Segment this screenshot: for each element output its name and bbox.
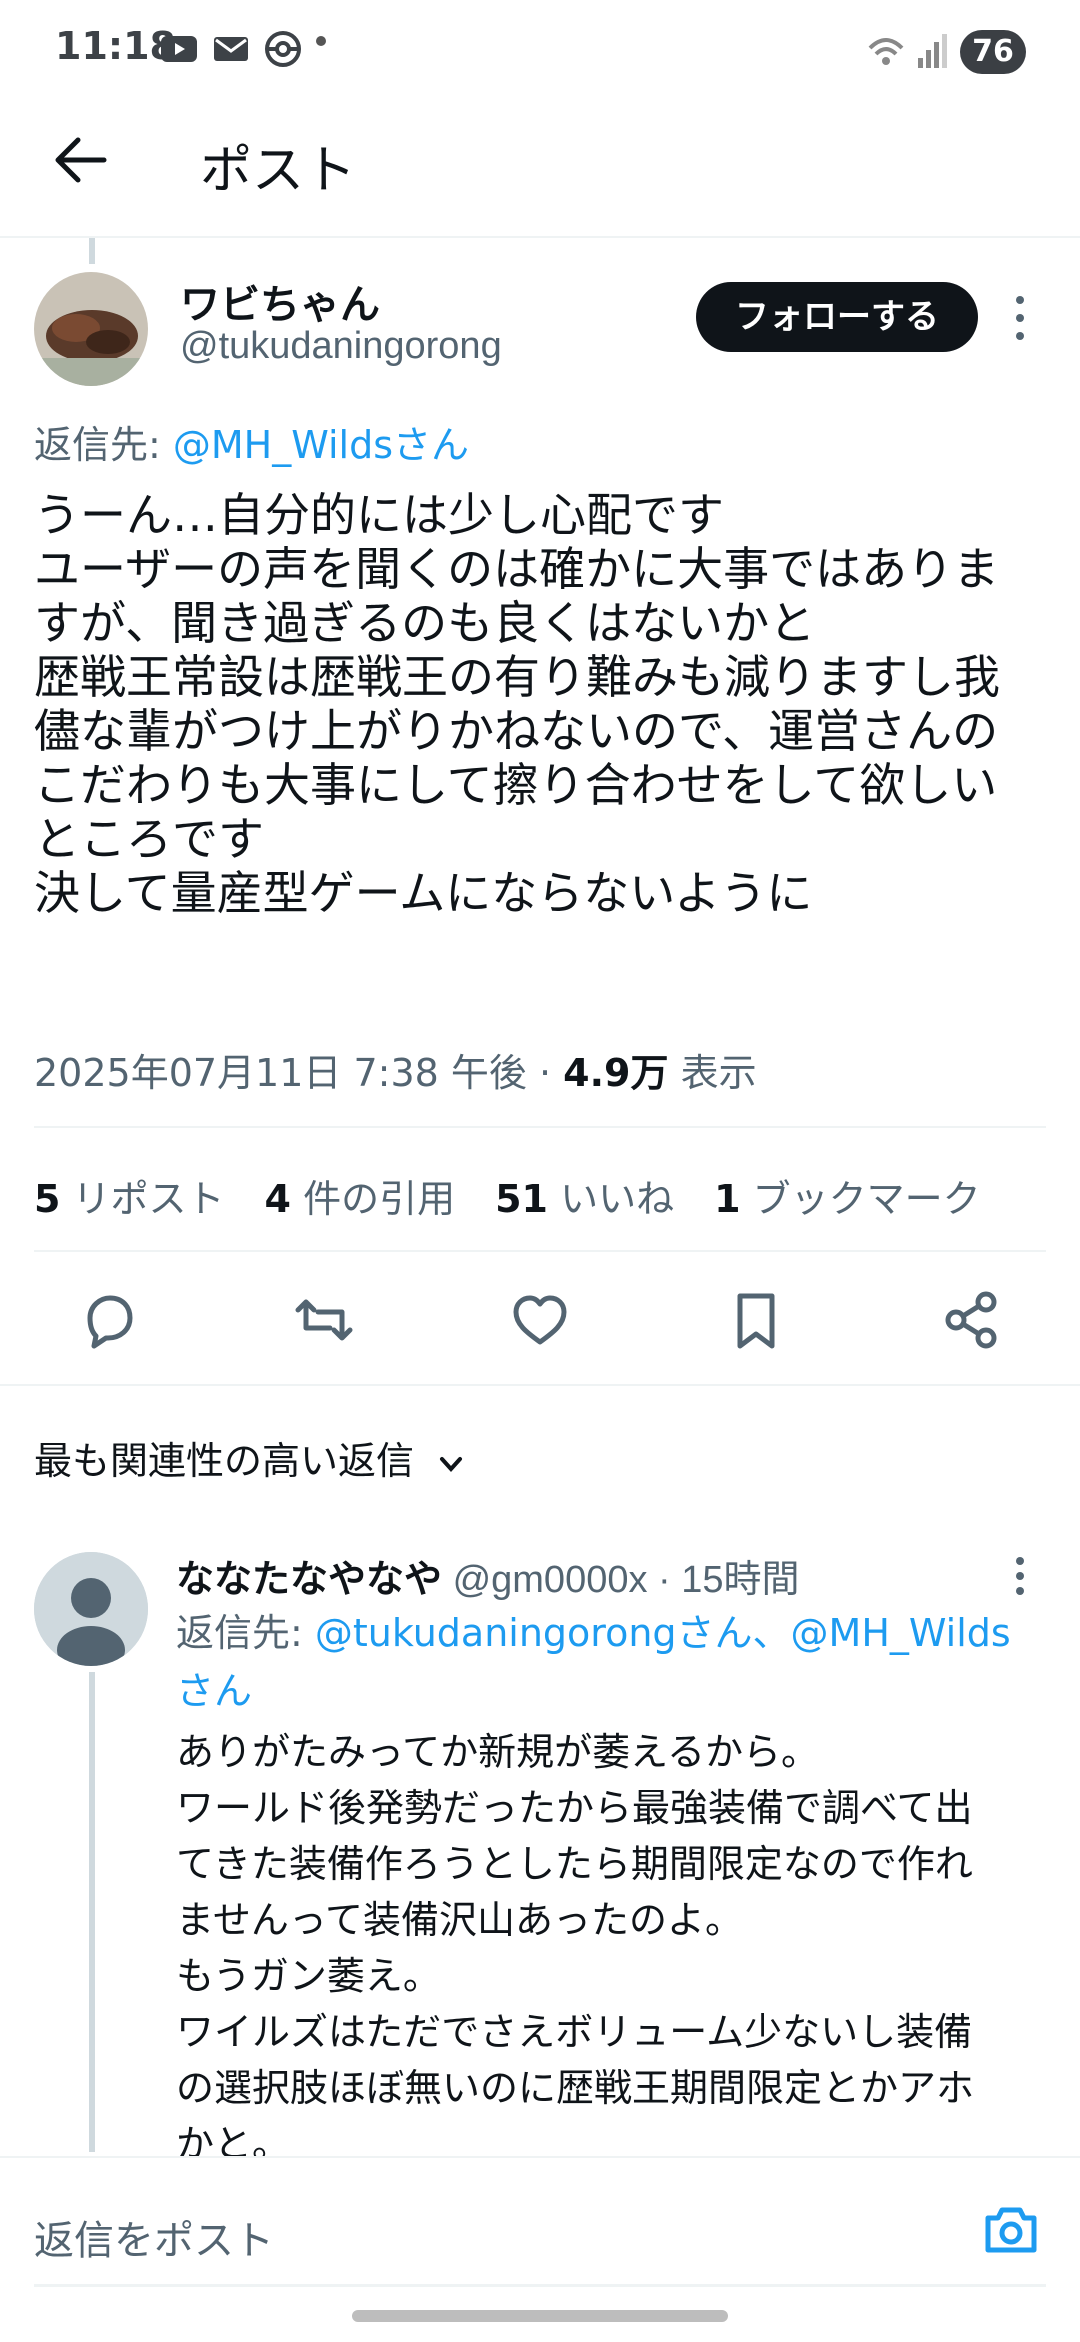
reply-to-prefix-2: 返信先: bbox=[176, 1611, 315, 1655]
user-handle[interactable]: @tukudaningorong bbox=[180, 325, 502, 368]
reply-thread-line bbox=[89, 1672, 95, 2152]
actions-divider bbox=[0, 1384, 1080, 1386]
back-arrow-icon[interactable] bbox=[50, 130, 110, 190]
reply-to-line: 返信先: @MH_Wildsさん bbox=[34, 414, 469, 469]
quotes-stat[interactable]: 4 件の引用 bbox=[265, 1168, 456, 1223]
camera-icon[interactable] bbox=[982, 2200, 1040, 2258]
bookmarks-count: 1 bbox=[714, 1177, 741, 1221]
quotes-label: 件の引用 bbox=[291, 1177, 456, 1221]
follow-button[interactable]: フォローする bbox=[696, 282, 978, 352]
signal-icons bbox=[868, 34, 947, 68]
header-divider bbox=[0, 236, 1080, 238]
meta-divider bbox=[34, 1126, 1046, 1128]
share-icon[interactable] bbox=[940, 1288, 1004, 1352]
reply-body: ありがたみってか新規が萎えるから。 ワールド後発勢だったから最強装備で調べて出 … bbox=[176, 1730, 975, 2166]
notification-icons bbox=[160, 30, 302, 68]
reply-avatar[interactable] bbox=[34, 1552, 148, 1666]
reposts-label: リポスト bbox=[60, 1177, 225, 1221]
thread-line-top bbox=[89, 238, 95, 264]
youtube-icon bbox=[161, 36, 197, 62]
post-timestamp[interactable]: 2025年07月11日 7:38 午後 · bbox=[34, 1051, 563, 1095]
bookmarks-label: ブックマーク bbox=[740, 1177, 981, 1221]
likes-count: 51 bbox=[495, 1177, 548, 1221]
more-options-icon[interactable] bbox=[1014, 294, 1026, 342]
post-body: うーん…自分的には少し心配です ユーザーの声を聞くのは確かに大事ではありま すが… bbox=[34, 488, 1000, 920]
reply-to-user-link[interactable]: @MH_Wildsさん bbox=[173, 423, 469, 467]
reply-display-name[interactable]: ななたなやなや bbox=[176, 1557, 442, 1601]
action-bar bbox=[0, 1288, 1080, 1358]
status-bar: 11:18 76 bbox=[0, 0, 1080, 100]
likes-label: いいね bbox=[547, 1177, 675, 1221]
display-name[interactable]: ワビちゃん bbox=[180, 272, 380, 330]
app-icon bbox=[265, 31, 301, 67]
bookmarks-stat[interactable]: 1 ブックマーク bbox=[714, 1168, 981, 1223]
reply-to-line-2: 返信先: @tukudaningorongさん、@MH_Wildsさん bbox=[176, 1604, 1036, 1720]
views-label: 表示 bbox=[668, 1051, 757, 1095]
reply-icon[interactable] bbox=[76, 1288, 140, 1352]
reply-header: ななたなやなや @gm0000x · 15時間 bbox=[176, 1548, 800, 1603]
bookmark-icon[interactable] bbox=[724, 1288, 788, 1352]
reposts-count: 5 bbox=[34, 1177, 61, 1221]
reply-compose-input[interactable]: 返信をポスト bbox=[34, 2208, 274, 2266]
stats-divider bbox=[34, 1250, 1046, 1252]
home-indicator[interactable] bbox=[352, 2310, 728, 2322]
reposts-stat[interactable]: 5 リポスト bbox=[34, 1168, 225, 1223]
like-icon[interactable] bbox=[508, 1288, 572, 1352]
notification-dot bbox=[316, 36, 326, 46]
reply-more-options-icon[interactable] bbox=[1014, 1556, 1026, 1596]
likes-stat[interactable]: 51 いいね bbox=[495, 1168, 674, 1223]
avatar[interactable] bbox=[34, 272, 148, 386]
mail-icon bbox=[214, 37, 248, 61]
chevron-down-icon bbox=[440, 1456, 463, 1472]
default-avatar-icon bbox=[34, 1552, 148, 1666]
battery-indicator: 76 bbox=[960, 30, 1026, 74]
reply-time[interactable]: · 15時間 bbox=[647, 1559, 800, 1601]
quotes-count: 4 bbox=[264, 1177, 291, 1221]
reply-sort-dropdown[interactable]: 最も関連性の高い返信 bbox=[34, 1430, 466, 1485]
sort-label: 最も関連性の高い返信 bbox=[34, 1439, 415, 1483]
views-count: 4.9万 bbox=[563, 1051, 669, 1095]
repost-icon[interactable] bbox=[292, 1288, 356, 1352]
reply-handle[interactable]: @gm0000x bbox=[442, 1559, 648, 1601]
compose-underline bbox=[34, 2284, 1046, 2287]
avatar-image bbox=[34, 272, 148, 386]
page-title: ポスト bbox=[200, 141, 357, 201]
reply-to-prefix: 返信先: bbox=[34, 423, 173, 467]
post-meta: 2025年07月11日 7:38 午後 · 4.9万 表示 bbox=[34, 1042, 757, 1097]
status-time: 11:18 bbox=[55, 24, 176, 68]
post-stats: 5 リポスト 4 件の引用 51 いいね 1 ブックマーク bbox=[34, 1168, 981, 1223]
